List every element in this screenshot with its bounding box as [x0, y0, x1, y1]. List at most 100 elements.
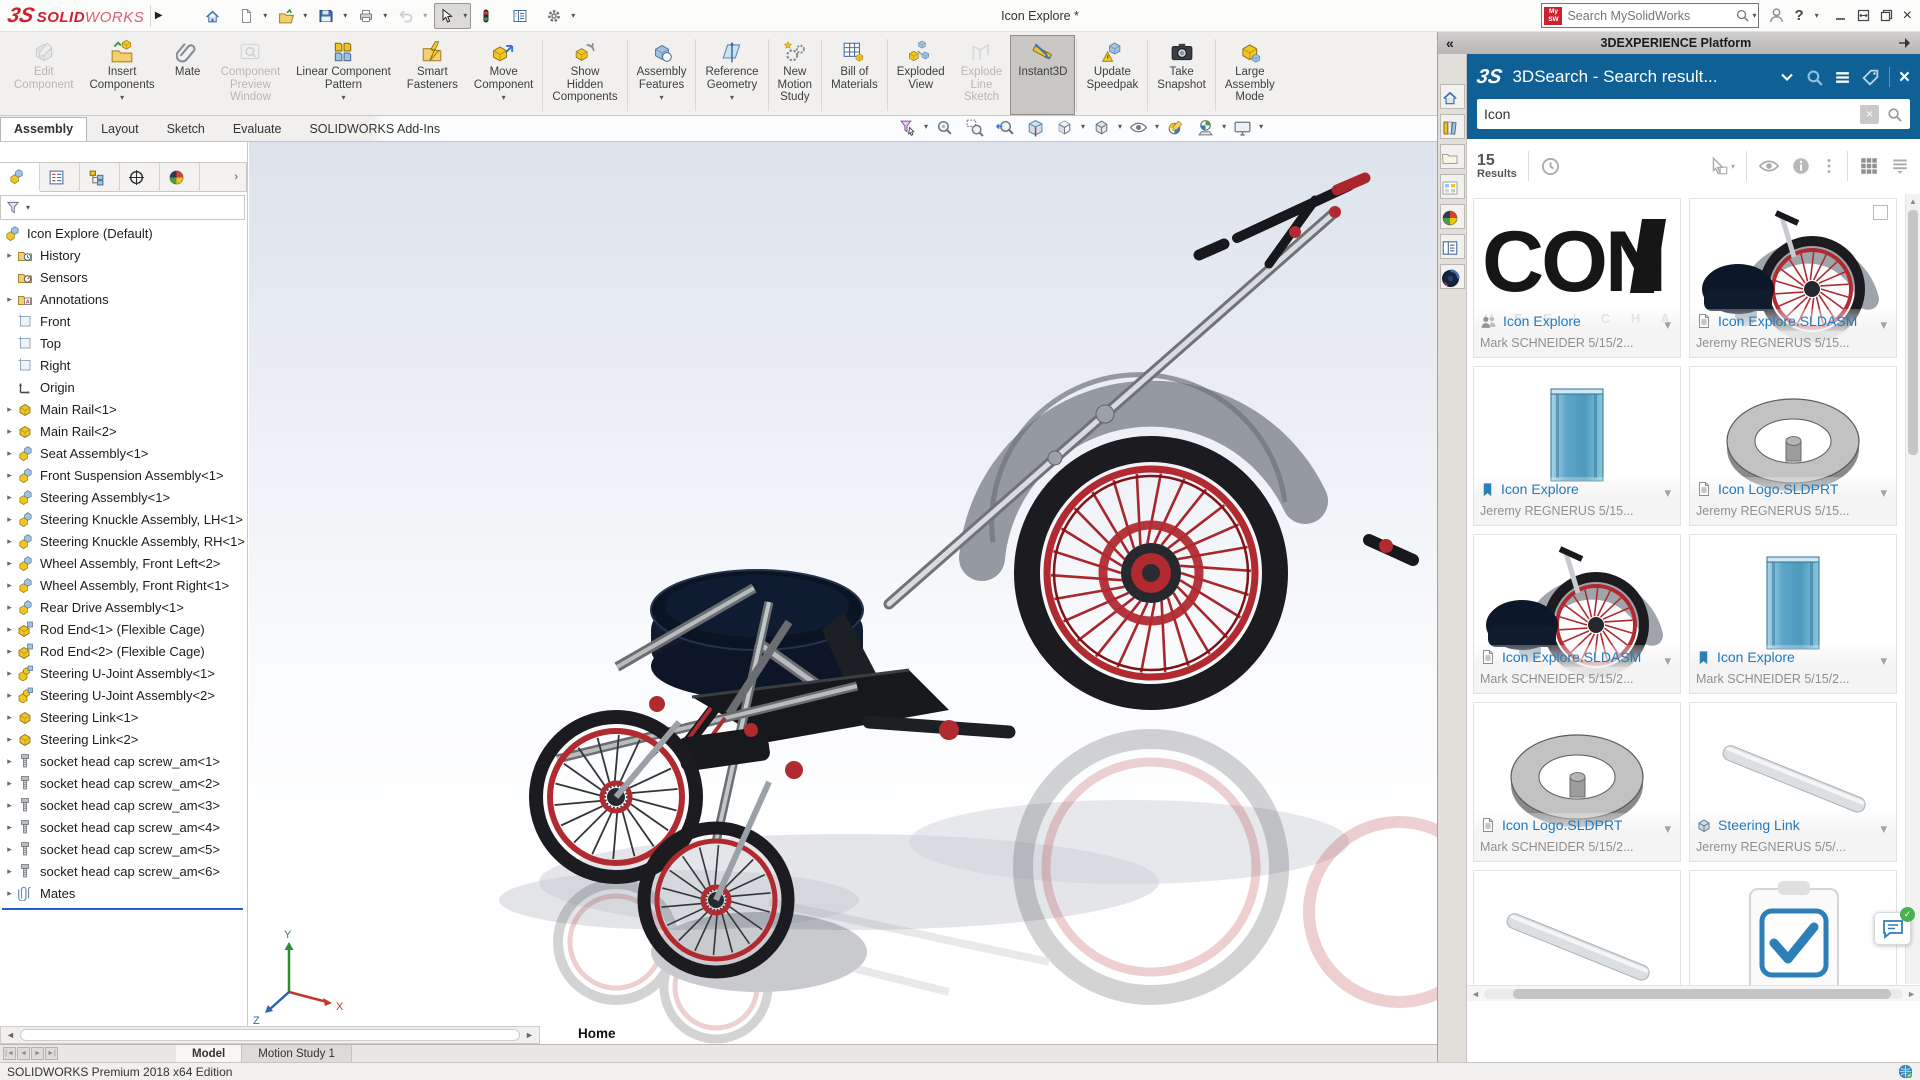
- connection-globe-icon[interactable]: [1898, 1064, 1913, 1079]
- chevron-down-icon[interactable]: [1778, 68, 1796, 86]
- tree-item-wheel-assembly-front-left-2[interactable]: ▸Wheel Assembly, Front Left<2>: [0, 552, 247, 574]
- search-result-card-steering-link[interactable]: Steering LinkJeremy REGNERUS 5/5/...▾: [1689, 702, 1897, 862]
- tree-item-steering-u-joint-assembly-1[interactable]: ▸Steering U-Joint Assembly<1>: [0, 662, 247, 684]
- resize-button[interactable]: [1857, 9, 1870, 22]
- expand-arrow-icon[interactable]: ▸: [2, 602, 17, 613]
- ribbon-update-speedpak-button[interactable]: UpdateSpeedpak: [1078, 35, 1146, 115]
- result-title[interactable]: Icon Logo.SLDPRT: [1502, 817, 1622, 833]
- tree-item-socket-head-cap-screw-am-6[interactable]: ▸socket head cap screw_am<6>: [0, 860, 247, 882]
- expand-arrow-icon[interactable]: ▸: [2, 866, 17, 877]
- result-title[interactable]: Steering Link: [1718, 817, 1800, 833]
- result-title[interactable]: Icon Logo.SLDPRT: [1718, 481, 1838, 497]
- list-view-icon[interactable]: [1890, 156, 1910, 176]
- results-vertical-scrollbar[interactable]: ▲: [1905, 194, 1920, 984]
- last-tab-icon[interactable]: ►|: [45, 1047, 58, 1060]
- expand-arrow-icon[interactable]: ▸: [2, 470, 17, 481]
- expand-arrow-icon[interactable]: ▸: [2, 690, 17, 701]
- expand-arrow-icon[interactable]: ▸: [2, 822, 17, 833]
- display-colors-button[interactable]: [474, 3, 505, 29]
- expand-arrow-icon[interactable]: ▸: [2, 712, 17, 723]
- ribbon-exploded-view-button[interactable]: ExplodedView: [889, 35, 953, 115]
- expand-arrow-icon[interactable]: ▸: [2, 668, 17, 679]
- scrollbar-thumb[interactable]: [1908, 210, 1918, 455]
- expand-arrow-icon[interactable]: ▸: [2, 404, 17, 415]
- horizontal-scrollbar[interactable]: ◄ ►: [0, 1026, 540, 1044]
- ribbon-mate-button[interactable]: Mate: [163, 35, 213, 115]
- collapse-panel-icon[interactable]: «: [1446, 35, 1454, 51]
- tab-sketch[interactable]: Sketch: [153, 117, 219, 141]
- expand-arrow-icon[interactable]: ▸: [2, 448, 17, 459]
- selection-filter-button[interactable]: ▾: [898, 118, 928, 134]
- tab-layout[interactable]: Layout: [87, 117, 153, 141]
- tree-item-rear-drive-assembly-1[interactable]: ▸Rear Drive Assembly<1>: [0, 596, 247, 618]
- grid-view-icon[interactable]: [1859, 156, 1879, 176]
- dimxpert-tab[interactable]: [120, 163, 160, 192]
- login-person-icon[interactable]: [1768, 7, 1785, 24]
- task-pane-appearances-tab[interactable]: [1440, 204, 1465, 229]
- ribbon-bill-of-materials-button[interactable]: Bill ofMaterials: [823, 35, 886, 115]
- preview-eye-icon[interactable]: [1758, 155, 1780, 177]
- expand-arrow-icon[interactable]: ▸: [2, 492, 17, 503]
- tree-item-seat-assembly-1[interactable]: ▸Seat Assembly<1>: [0, 442, 247, 464]
- scroll-left-icon[interactable]: ◄: [1471, 989, 1480, 999]
- close-icon[interactable]: ×: [1903, 7, 1912, 25]
- scroll-right-icon[interactable]: ►: [1907, 989, 1916, 999]
- tab-scroll-buttons[interactable]: |◄ ◄ ► ►|: [0, 1045, 61, 1062]
- new-document-button[interactable]: ▾: [234, 3, 271, 29]
- tree-item-steering-link-2[interactable]: ▸Steering Link<2>: [0, 728, 247, 750]
- home-button[interactable]: [200, 3, 231, 29]
- expand-arrow-icon[interactable]: ▸: [2, 800, 17, 811]
- ribbon-assembly-features-button[interactable]: AssemblyFeatures▾: [629, 35, 695, 115]
- help-button[interactable]: ?: [1794, 7, 1803, 24]
- card-expand-icon[interactable]: ▾: [1664, 653, 1671, 669]
- tree-item-top[interactable]: Top: [0, 332, 247, 354]
- view-orientation-button[interactable]: ▾: [1055, 118, 1085, 134]
- 3dsearch-input[interactable]: [1484, 106, 1860, 122]
- displaymanager-tab[interactable]: [160, 163, 200, 192]
- section-view-button[interactable]: [1025, 118, 1048, 134]
- task-pane-view-palette-tab[interactable]: [1440, 174, 1465, 199]
- edit-appearance-button[interactable]: [1166, 118, 1189, 134]
- scroll-right-icon[interactable]: ►: [522, 1030, 537, 1040]
- expand-arrow-icon[interactable]: ▸: [2, 756, 17, 767]
- options-gear-button[interactable]: ▾: [542, 3, 579, 29]
- first-tab-icon[interactable]: |◄: [3, 1047, 16, 1060]
- tree-item-steering-knuckle-assembly-lh-1-e[interactable]: ▸Steering Knuckle Assembly, LH<1> (E: [0, 508, 247, 530]
- task-pane-file-explorer-tab[interactable]: [1440, 144, 1465, 169]
- scrollbar-track[interactable]: [20, 1029, 520, 1041]
- search-result-card-icon-explore[interactable]: Icon ExploreJeremy REGNERUS 5/15...▾: [1473, 366, 1681, 526]
- expand-arrow-icon[interactable]: ▸: [2, 250, 17, 261]
- tree-item-wheel-assembly-front-right-1[interactable]: ▸Wheel Assembly, Front Right<1>: [0, 574, 247, 596]
- ribbon-component-preview-window-button[interactable]: ComponentPreviewWindow: [213, 35, 288, 115]
- search-result-card[interactable]: [1689, 870, 1897, 985]
- expand-arrow-icon[interactable]: ▸: [2, 426, 17, 437]
- expand-arrow-icon[interactable]: ▸: [2, 580, 17, 591]
- expand-arrow-icon[interactable]: ▸: [2, 624, 17, 635]
- restore-button[interactable]: [1880, 9, 1893, 22]
- tree-item-origin[interactable]: Origin: [0, 376, 247, 398]
- more-options-icon[interactable]: [1822, 156, 1836, 176]
- help-dropdown-arrow[interactable]: ▾: [1815, 11, 1819, 20]
- ribbon-take-snapshot-button[interactable]: TakeSnapshot: [1149, 35, 1214, 115]
- minimize-button[interactable]: [1834, 9, 1847, 22]
- search-result-card-icon-explore-sldasm[interactable]: Icon Explore.SLDASMJeremy REGNERUS 5/15.…: [1689, 198, 1897, 358]
- task-pane-custom-properties-tab[interactable]: [1440, 234, 1465, 259]
- toolbar-flyout-button[interactable]: ▶: [150, 5, 166, 27]
- card-expand-icon[interactable]: ▾: [1880, 653, 1887, 669]
- expand-arrow-icon[interactable]: ▸: [2, 734, 17, 745]
- search-result-card-icon-explore[interactable]: Icon ExploreMark SCHNEIDER 5/15/2...▾: [1689, 534, 1897, 694]
- select-results-icon[interactable]: ▾: [1709, 156, 1735, 176]
- ribbon-new-motion-study-button[interactable]: NewMotionStudy: [770, 35, 821, 115]
- scroll-up-icon[interactable]: ▲: [1906, 194, 1920, 206]
- card-expand-icon[interactable]: ▾: [1880, 485, 1887, 501]
- scroll-left-icon[interactable]: ◄: [3, 1030, 18, 1040]
- rollback-bar[interactable]: [2, 908, 243, 910]
- search-result-card[interactable]: [1473, 870, 1681, 985]
- pin-icon[interactable]: [1898, 36, 1912, 50]
- tree-item-main-rail-2[interactable]: ▸Main Rail<2>: [0, 420, 247, 442]
- tree-item-mates[interactable]: ▸Mates: [0, 882, 247, 904]
- search-result-card-icon-logo-sldprt[interactable]: Icon Logo.SLDPRTMark SCHNEIDER 5/15/2...…: [1473, 702, 1681, 862]
- configurations-tab[interactable]: [80, 163, 120, 192]
- tree-item-socket-head-cap-screw-am-5[interactable]: ▸socket head cap screw_am<5>: [0, 838, 247, 860]
- results-horizontal-scrollbar[interactable]: ◄ ►: [1467, 985, 1920, 1001]
